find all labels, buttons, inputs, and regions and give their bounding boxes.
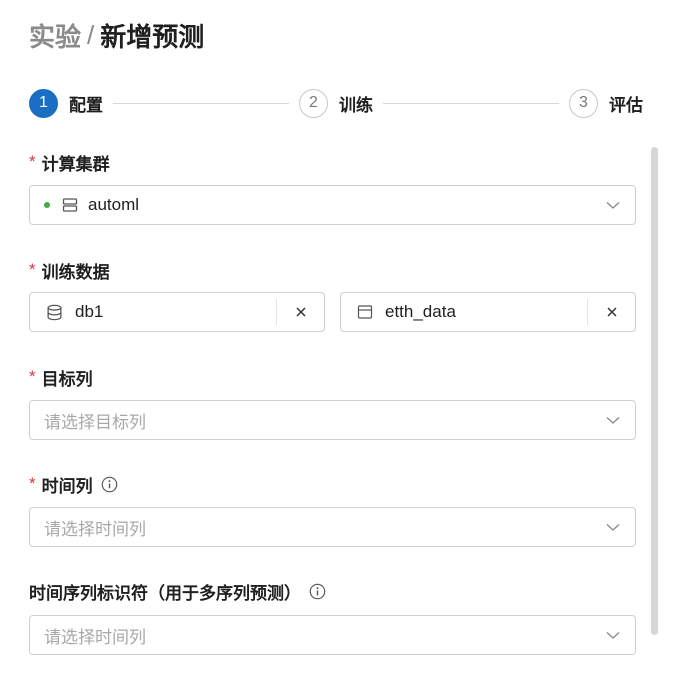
target-column-select[interactable]: 请选择目标列: [29, 400, 636, 440]
required-mark: *: [29, 260, 36, 279]
step-label: 评估: [609, 95, 643, 115]
cluster-value: automl: [88, 195, 140, 214]
info-icon[interactable]: [309, 583, 326, 600]
database-icon: [46, 304, 63, 321]
required-mark: *: [29, 474, 36, 493]
step-train[interactable]: 2 训练: [299, 88, 373, 118]
database-select-main[interactable]: db1: [30, 293, 276, 331]
series-id-label: 时间序列标识符（用于多序列预测）: [29, 579, 326, 603]
breadcrumb: 实验 / 新增预测: [29, 18, 204, 52]
page-title: 新增预测: [100, 21, 205, 52]
table-icon: [357, 304, 373, 320]
step-connector: [383, 102, 559, 104]
step-label: 配置: [69, 95, 103, 115]
breadcrumb-separator: /: [87, 19, 95, 50]
time-column-label-text: 时间列: [41, 476, 93, 496]
clear-database-button[interactable]: [276, 299, 324, 325]
breadcrumb-parent[interactable]: 实验: [29, 17, 81, 54]
table-value: etth_data: [385, 302, 456, 321]
table-select-main[interactable]: etth_data: [341, 293, 587, 331]
chevron-down-icon: [605, 519, 621, 535]
target-column-label: * 目标列: [29, 365, 93, 389]
step-number: 3: [569, 88, 598, 118]
cluster-select[interactable]: automl: [29, 185, 636, 225]
step-number: 1: [29, 88, 58, 118]
training-data-label: * 训练数据: [29, 258, 110, 282]
series-id-label-text: 时间序列标识符（用于多序列预测）: [29, 583, 301, 603]
required-mark: *: [29, 367, 36, 386]
status-dot-icon: [44, 202, 50, 208]
info-icon[interactable]: [101, 476, 118, 493]
series-id-select[interactable]: 请选择时间列: [29, 615, 636, 655]
table-select[interactable]: etth_data: [340, 292, 636, 332]
step-config[interactable]: 1 配置: [29, 88, 103, 118]
database-select[interactable]: db1: [29, 292, 325, 332]
step-connector: [113, 102, 289, 104]
step-evaluate[interactable]: 3 评估: [569, 88, 643, 118]
time-column-placeholder: 请选择时间列: [44, 519, 146, 539]
target-column-label-text: 目标列: [41, 369, 93, 389]
training-data-label-text: 训练数据: [41, 262, 110, 282]
server-icon: [62, 197, 78, 213]
stepper: 1 配置 2 训练 3 评估: [29, 88, 643, 118]
chevron-down-icon: [605, 627, 621, 643]
close-icon: [606, 306, 618, 318]
series-id-placeholder: 请选择时间列: [44, 627, 146, 647]
chevron-down-icon: [605, 197, 621, 213]
time-column-select[interactable]: 请选择时间列: [29, 507, 636, 547]
cluster-label: * 计算集群: [29, 150, 110, 174]
chevron-down-icon: [605, 412, 621, 428]
close-icon: [295, 306, 307, 318]
scrollbar-thumb[interactable]: [651, 147, 658, 635]
time-column-label: * 时间列: [29, 472, 118, 496]
required-mark: *: [29, 152, 36, 171]
clear-table-button[interactable]: [587, 299, 635, 325]
cluster-label-text: 计算集群: [41, 154, 110, 174]
step-label: 训练: [339, 95, 373, 115]
target-column-placeholder: 请选择目标列: [44, 412, 146, 432]
database-value: db1: [75, 302, 104, 321]
step-number: 2: [299, 88, 328, 118]
